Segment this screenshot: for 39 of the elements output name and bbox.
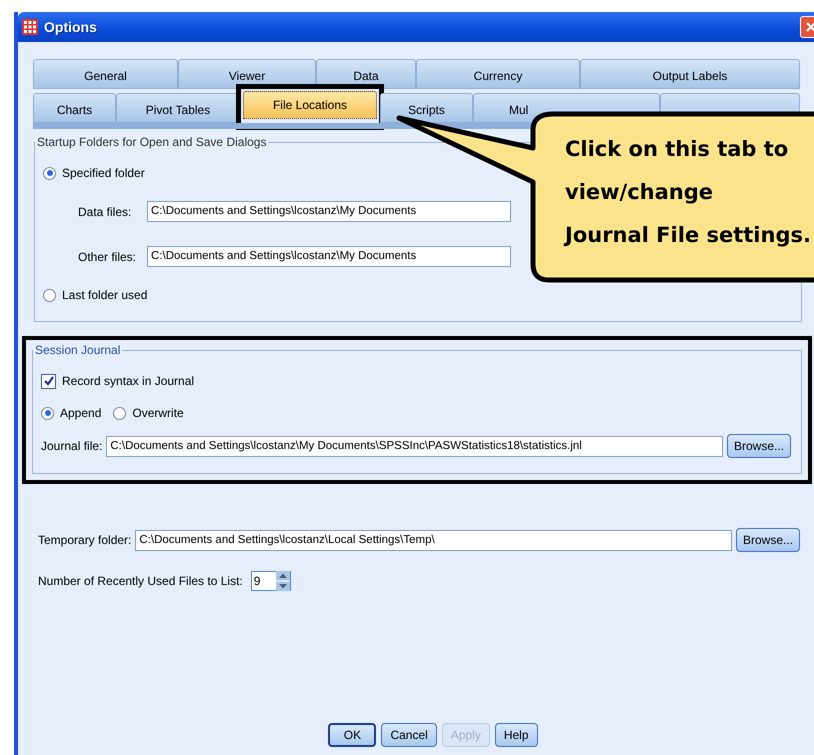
group-title: Session Journal <box>34 343 122 357</box>
grid-icon <box>22 19 38 35</box>
radio-label: Append <box>60 406 102 420</box>
checkbox[interactable] <box>41 374 56 388</box>
dialog-button[interactable]: Cancel <box>381 723 437 747</box>
path-field[interactable]: C:\Documents and Settings\lcostanz\My Documents\SPSSInc\PASWStatistics18\statistics.jnl <box>106 436 723 456</box>
browse-button[interactable]: Browse... <box>726 434 791 458</box>
field-label: Number of Recently Used Files to List: <box>38 574 243 588</box>
tab[interactable]: Output Labels <box>580 59 800 89</box>
tab[interactable]: General <box>33 59 178 89</box>
callout-text: Click on this tab to view/change Journal File settings. <box>565 136 811 249</box>
tab[interactable]: Viewer <box>178 59 316 89</box>
dialog-button[interactable]: Help <box>494 723 538 747</box>
radio-label: Last folder used <box>62 288 148 302</box>
radio-button[interactable] <box>41 406 54 420</box>
radio-button[interactable] <box>43 166 56 180</box>
browse-button[interactable]: Browse... <box>736 528 800 552</box>
path-field[interactable]: C:\Documents and Settings\lcostanz\My Documents <box>147 246 511 267</box>
field-label: Journal file: <box>41 439 102 453</box>
radio-label: Specified folder <box>62 166 145 180</box>
path-field[interactable]: C:\Documents and Settings\lcostanz\Local Settings\Temp\ <box>135 530 732 550</box>
field-label: Temporary folder: <box>38 533 132 547</box>
field-label: Other files: <box>78 250 138 264</box>
number-spinner[interactable]: 9 <box>250 571 291 591</box>
close-icon <box>804 20 814 34</box>
window-title: Options <box>44 19 97 35</box>
field-label: Data files: <box>78 204 132 218</box>
tab[interactable]: Currency <box>416 59 580 89</box>
radio-button[interactable] <box>43 288 56 302</box>
radio-button[interactable] <box>113 406 126 420</box>
path-field[interactable]: C:\Documents and Settings\lcostanz\My Documents <box>147 201 511 222</box>
dialog-button[interactable]: OK <box>328 723 376 747</box>
tab[interactable]: Charts <box>33 93 116 123</box>
radio-label: Overwrite <box>132 406 184 420</box>
tab[interactable]: Scripts <box>380 93 473 123</box>
spinner-arrows-icon <box>276 571 290 591</box>
group-title: Startup Folders for Open and Save Dialogs <box>36 135 268 149</box>
tab[interactable]: File Locations <box>243 91 377 119</box>
checkbox-label: Record syntax in Journal <box>62 374 194 388</box>
